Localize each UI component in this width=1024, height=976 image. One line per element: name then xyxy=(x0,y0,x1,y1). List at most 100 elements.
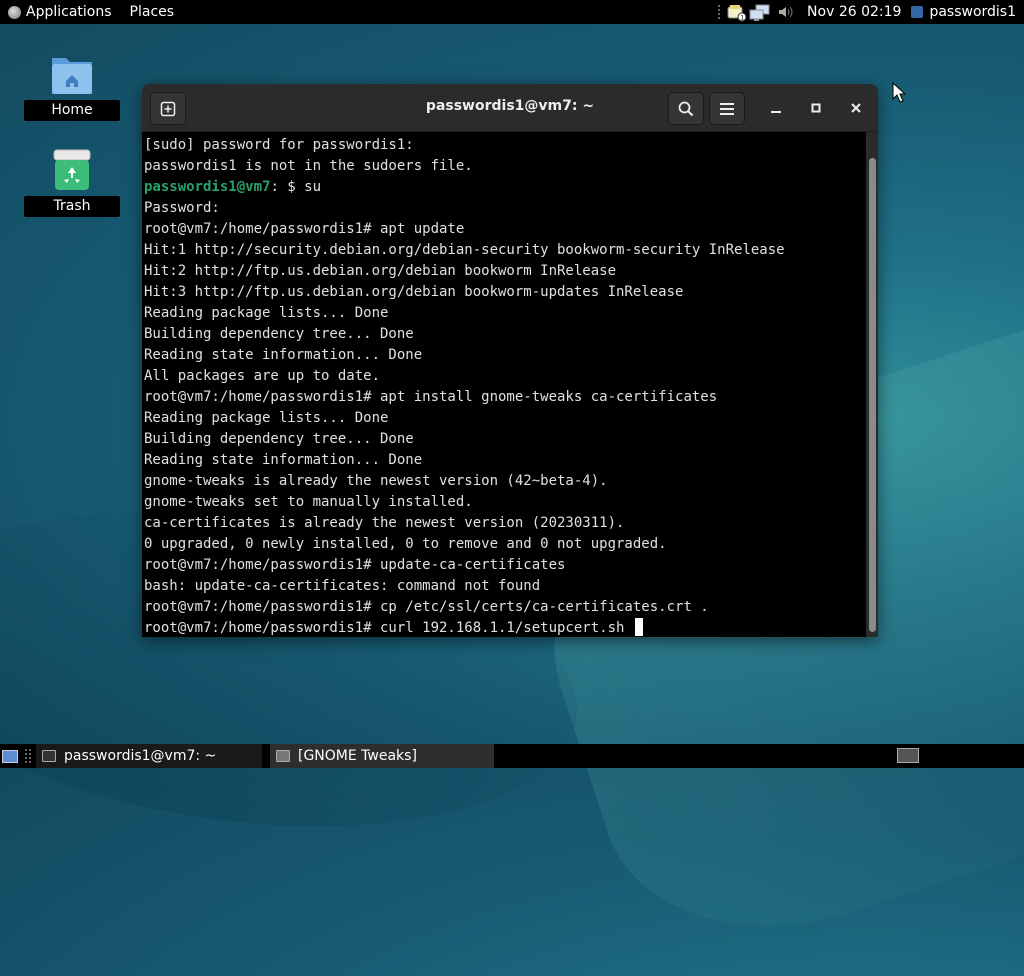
home-folder-icon xyxy=(49,52,95,96)
show-desktop-button[interactable] xyxy=(0,744,20,768)
panel-separator xyxy=(24,748,32,764)
clock[interactable]: Nov 26 02:19 xyxy=(807,4,901,20)
terminal-line-text: Reading package lists... Done xyxy=(144,305,389,321)
tweaks-icon xyxy=(276,750,290,762)
top-panel: Applications Places 1 Nov 26 02:19 passw… xyxy=(0,0,1024,24)
terminal-scrollbar[interactable] xyxy=(866,132,878,637)
new-tab-button[interactable] xyxy=(150,92,186,125)
maximize-button[interactable] xyxy=(806,98,826,118)
minimize-button[interactable] xyxy=(766,98,786,118)
terminal-line-text: ca-certificates is already the newest ve… xyxy=(144,515,625,531)
terminal-line: Reading state information... Done xyxy=(144,345,866,366)
desktop-icon-trash[interactable]: Trash xyxy=(24,148,120,217)
terminal-line: root@vm7:/home/passwordis1# apt update xyxy=(144,219,866,240)
terminal-line: All packages are up to date. xyxy=(144,366,866,387)
places-menu[interactable]: Places xyxy=(120,0,183,24)
terminal-line-text: Hit:2 http://ftp.us.debian.org/debian bo… xyxy=(144,263,617,279)
close-icon xyxy=(851,103,861,113)
terminal-line-text: root@vm7:/home/passwordis1# apt install … xyxy=(144,389,718,405)
desktop-icon-label: Trash xyxy=(24,196,120,217)
mouse-pointer-icon xyxy=(892,82,906,103)
update-notifier-icon[interactable]: 1 xyxy=(727,4,747,22)
maximize-icon xyxy=(811,103,821,113)
terminal-headerbar[interactable]: passwordis1@vm7: ~ xyxy=(142,84,878,132)
terminal-line-text: root@vm7:/home/passwordis1# update-ca-ce… xyxy=(144,557,566,573)
terminal-line-text: passwordis1 is not in the sudoers file. xyxy=(144,158,473,174)
applications-menu[interactable]: Applications xyxy=(0,0,120,24)
terminal-line-text: root@vm7:/home/passwordis1# curl 192.168… xyxy=(144,620,633,636)
terminal-line-text: Hit:3 http://ftp.us.debian.org/debian bo… xyxy=(144,284,684,300)
desktop-icon-home[interactable]: Home xyxy=(24,52,120,121)
terminal-line: gnome-tweaks is already the newest versi… xyxy=(144,471,866,492)
terminal-line-text: : $ su xyxy=(270,179,322,195)
applications-label: Applications xyxy=(26,4,112,20)
user-icon xyxy=(911,6,924,18)
new-tab-icon xyxy=(160,101,176,116)
terminal-line: passwordis1 is not in the sudoers file. xyxy=(144,156,866,177)
menu-button[interactable] xyxy=(709,92,745,125)
terminal-line: Building dependency tree... Done xyxy=(144,324,866,345)
terminal-icon xyxy=(42,750,56,762)
terminal-line: Building dependency tree... Done xyxy=(144,429,866,450)
terminal-line: [sudo] password for passwordis1: xyxy=(144,135,866,156)
volume-icon[interactable] xyxy=(777,4,795,20)
search-button[interactable] xyxy=(668,92,704,125)
terminal-line: Reading package lists... Done xyxy=(144,303,866,324)
task-label: [GNOME Tweaks] xyxy=(298,748,417,764)
terminal-line: Hit:1 http://security.debian.org/debian-… xyxy=(144,240,866,261)
terminal-line-text: 0 upgraded, 0 newly installed, 0 to remo… xyxy=(144,536,667,552)
network-icon[interactable] xyxy=(749,4,773,21)
minimize-icon xyxy=(771,111,781,113)
terminal-line-text: gnome-tweaks set to manually installed. xyxy=(144,494,473,510)
terminal-line: bash: update-ca-certificates: command no… xyxy=(144,576,866,597)
terminal-line: root@vm7:/home/passwordis1# apt install … xyxy=(144,387,866,408)
task-label: passwordis1@vm7: ~ xyxy=(64,748,217,764)
terminal-line-text: Building dependency tree... Done xyxy=(144,326,414,342)
terminal-line-text: Hit:1 http://security.debian.org/debian-… xyxy=(144,242,785,258)
applications-icon xyxy=(8,5,21,19)
terminal-line: Reading state information... Done xyxy=(144,450,866,471)
terminal-line: root@vm7:/home/passwordis1# cp /etc/ssl/… xyxy=(144,597,866,618)
terminal-line: Password: xyxy=(144,198,866,219)
desktop-icon-label: Home xyxy=(24,100,120,121)
panel-separator xyxy=(717,4,722,20)
terminal-line-text: Reading package lists... Done xyxy=(144,410,389,426)
terminal-line-text: Reading state information... Done xyxy=(144,452,423,468)
terminal-line: 0 upgraded, 0 newly installed, 0 to remo… xyxy=(144,534,866,555)
terminal-window[interactable]: passwordis1@vm7: ~ [sudo] password for p… xyxy=(142,84,878,637)
terminal-line-text: All packages are up to date. xyxy=(144,368,381,384)
hamburger-menu-icon xyxy=(720,102,734,115)
terminal-line: passwordis1@vm7: $ su xyxy=(144,177,866,198)
terminal-line: Hit:3 http://ftp.us.debian.org/debian bo… xyxy=(144,282,866,303)
terminal-line-text: gnome-tweaks is already the newest versi… xyxy=(144,473,608,489)
terminal-line-text: bash: update-ca-certificates: command no… xyxy=(144,578,541,594)
terminal-output[interactable]: [sudo] password for passwordis1: password… xyxy=(142,132,866,637)
terminal-line: gnome-tweaks set to manually installed. xyxy=(144,492,866,513)
terminal-line-text: Building dependency tree... Done xyxy=(144,431,414,447)
close-button[interactable] xyxy=(846,98,866,118)
show-desktop-icon xyxy=(2,750,18,763)
terminal-line-text: Password: xyxy=(144,200,220,216)
workspace-switcher[interactable] xyxy=(897,748,919,763)
user-menu[interactable]: passwordis1 xyxy=(911,4,1016,20)
prompt-user: passwordis1@vm7 xyxy=(144,179,271,195)
task-gnome-tweaks[interactable]: [GNOME Tweaks] xyxy=(270,744,494,768)
terminal-line: Hit:2 http://ftp.us.debian.org/debian bo… xyxy=(144,261,866,282)
terminal-line-text: Reading state information... Done xyxy=(144,347,423,363)
terminal-line-text: root@vm7:/home/passwordis1# apt update xyxy=(144,221,465,237)
scrollbar-thumb[interactable] xyxy=(869,158,876,632)
terminal-line: Reading package lists... Done xyxy=(144,408,866,429)
search-icon xyxy=(678,101,694,116)
terminal-line: ca-certificates is already the newest ve… xyxy=(144,513,866,534)
task-terminal[interactable]: passwordis1@vm7: ~ xyxy=(36,744,262,768)
terminal-line: root@vm7:/home/passwordis1# update-ca-ce… xyxy=(144,555,866,576)
svg-text:1: 1 xyxy=(740,15,744,22)
trash-icon xyxy=(49,148,95,192)
bottom-panel: passwordis1@vm7: ~ [GNOME Tweaks] xyxy=(0,744,1024,768)
terminal-line-text: [sudo] password for passwordis1: xyxy=(144,137,414,153)
terminal-line-text: root@vm7:/home/passwordis1# cp /etc/ssl/… xyxy=(144,599,709,615)
places-label: Places xyxy=(129,4,175,20)
terminal-line: root@vm7:/home/passwordis1# curl 192.168… xyxy=(144,618,866,637)
text-cursor xyxy=(634,618,643,636)
user-label: passwordis1 xyxy=(929,4,1016,20)
